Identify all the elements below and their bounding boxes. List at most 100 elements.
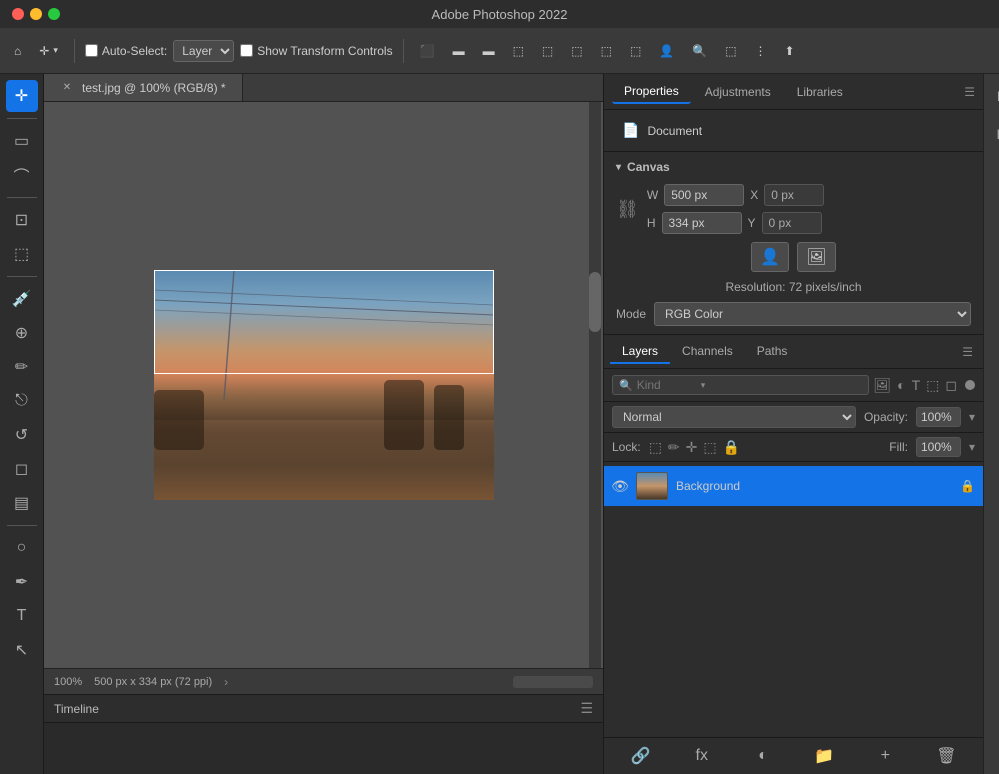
align-left-button[interactable]: ⬛ bbox=[414, 40, 441, 62]
auto-select-checkbox[interactable]: Auto-Select: bbox=[85, 44, 167, 58]
scroll-indicator[interactable] bbox=[513, 676, 593, 688]
lock-move-icon[interactable]: ✛ bbox=[686, 439, 698, 456]
crop-tool[interactable]: ⊡ bbox=[6, 204, 38, 236]
layer-item[interactable]: 👁 Background 🔒 bbox=[604, 466, 983, 506]
filter-toggle-dot[interactable] bbox=[965, 380, 975, 390]
pen-tool[interactable]: ✒ bbox=[6, 566, 38, 598]
tab-close-button[interactable]: ✕ bbox=[60, 81, 74, 95]
toolbar-extra-1[interactable]: ⬚ bbox=[536, 40, 559, 62]
link-icon: 🔗 bbox=[631, 746, 651, 766]
layer-visibility-toggle[interactable]: 👁 bbox=[612, 478, 628, 494]
title-bar: Adobe Photoshop 2022 bbox=[0, 0, 999, 28]
filter-adjustment-icon[interactable]: ◐ bbox=[897, 377, 905, 393]
filter-smart-icon[interactable]: ◻ bbox=[945, 377, 957, 394]
tool-divider-2 bbox=[7, 197, 37, 198]
marquee-tool[interactable]: ▭ bbox=[6, 125, 38, 157]
info-panel-btn[interactable]: i bbox=[988, 158, 999, 186]
align-center-button[interactable]: ▬ bbox=[447, 40, 471, 62]
group-layer-button[interactable]: 📁 bbox=[796, 744, 853, 768]
y-input[interactable] bbox=[762, 212, 822, 234]
align-right-button[interactable]: ▬ bbox=[477, 40, 501, 62]
tab-paths[interactable]: Paths bbox=[745, 340, 800, 364]
properties-panel-btn[interactable]: P bbox=[988, 82, 999, 110]
height-input[interactable] bbox=[662, 212, 742, 234]
timeline-menu-button[interactable]: ☰ bbox=[580, 700, 593, 717]
type-tool[interactable]: T bbox=[6, 600, 38, 632]
move-tool[interactable]: ✛ bbox=[6, 80, 38, 112]
show-transform-input[interactable] bbox=[240, 44, 253, 57]
fill-input[interactable] bbox=[916, 437, 961, 457]
tab-properties[interactable]: Properties bbox=[612, 80, 691, 104]
blend-mode-select[interactable]: Normal bbox=[612, 406, 856, 428]
opacity-arrow[interactable]: ▾ bbox=[969, 410, 975, 424]
new-layer-button[interactable]: + bbox=[857, 744, 914, 768]
dodge-tool[interactable]: ○ bbox=[6, 532, 38, 564]
lock-position-icon[interactable]: ✏ bbox=[668, 439, 680, 456]
opacity-input[interactable] bbox=[916, 407, 961, 427]
brush-tool[interactable]: ✏ bbox=[6, 351, 38, 383]
lock-artboard-icon[interactable]: ⬚ bbox=[703, 439, 716, 456]
layers-menu-button[interactable]: ☰ bbox=[958, 341, 977, 363]
history-panel-btn[interactable]: H bbox=[988, 120, 999, 148]
gradient-tool[interactable]: ▤ bbox=[6, 487, 38, 519]
workspace-button[interactable]: ⬚ bbox=[719, 40, 742, 62]
auto-select-input[interactable] bbox=[85, 44, 98, 57]
delete-layer-button[interactable]: 🗑 bbox=[918, 744, 975, 768]
layer-select[interactable]: Layer bbox=[173, 40, 234, 62]
toolbar-extra-3[interactable]: ⬚ bbox=[595, 40, 618, 62]
document-tab[interactable]: ✕ test.jpg @ 100% (RGB/8) * bbox=[44, 74, 243, 101]
lasso-tool[interactable]: ⌒ bbox=[6, 159, 38, 191]
frame-tool[interactable]: ⬚ bbox=[6, 238, 38, 270]
close-button[interactable] bbox=[12, 8, 24, 20]
zoom-expand-button[interactable]: › bbox=[224, 675, 228, 689]
path-selection-icon: ↖ bbox=[15, 640, 28, 660]
eyedropper-tool[interactable]: 💉 bbox=[6, 283, 38, 315]
path-selection-tool[interactable]: ↖ bbox=[6, 634, 38, 666]
lock-pixels-icon[interactable]: ⬚ bbox=[649, 439, 662, 456]
tab-layers[interactable]: Layers bbox=[610, 340, 670, 364]
fill-arrow[interactable]: ▾ bbox=[969, 440, 975, 454]
user-icon-button[interactable]: 👤 bbox=[653, 40, 680, 62]
filter-pixel-icon[interactable]: 🖼 bbox=[873, 377, 891, 394]
fx-button[interactable]: fx bbox=[673, 744, 730, 768]
scrollbar-thumb[interactable] bbox=[589, 272, 601, 332]
mode-label: Mode bbox=[616, 307, 646, 321]
tab-channels[interactable]: Channels bbox=[670, 340, 745, 364]
eraser-tool[interactable]: ◻ bbox=[6, 453, 38, 485]
healing-tool[interactable]: ⊕ bbox=[6, 317, 38, 349]
lock-all-icon[interactable]: 🔒 bbox=[723, 439, 740, 456]
distribute-button[interactable]: ⬚ bbox=[507, 40, 530, 62]
tab-adjustments[interactable]: Adjustments bbox=[693, 81, 783, 103]
document-button[interactable]: 📄 Document bbox=[616, 118, 971, 143]
properties-menu-button[interactable]: ☰ bbox=[964, 85, 975, 99]
toolbar-extra-4[interactable]: ⬚ bbox=[624, 40, 647, 62]
filter-input[interactable] bbox=[637, 378, 697, 392]
layers-actions: 🔗 fx ◐ 📁 + bbox=[604, 737, 983, 774]
canvas-section-header[interactable]: ▾ Canvas bbox=[616, 160, 971, 174]
tab-libraries[interactable]: Libraries bbox=[785, 81, 855, 103]
portrait-button[interactable]: 👤 bbox=[751, 242, 789, 272]
mode-select[interactable]: RGB Color bbox=[654, 302, 971, 326]
canvas-viewport[interactable] bbox=[44, 102, 603, 668]
vertical-scrollbar[interactable] bbox=[589, 102, 601, 668]
show-transform-controls-checkbox[interactable]: Show Transform Controls bbox=[240, 44, 392, 58]
history-brush-tool[interactable]: ↺ bbox=[6, 419, 38, 451]
landscape-button[interactable]: 🖼 bbox=[797, 242, 835, 272]
filter-shape-icon[interactable]: ⬚ bbox=[926, 377, 939, 394]
home-button[interactable]: ⌂ bbox=[8, 40, 27, 62]
adjustment-layer-button[interactable]: ◐ bbox=[734, 744, 791, 768]
toolbar-extra-2[interactable]: ⬚ bbox=[565, 40, 588, 62]
minimize-button[interactable] bbox=[30, 8, 42, 20]
layers-list[interactable]: 👁 Background 🔒 bbox=[604, 462, 983, 737]
search-button[interactable]: 🔍 bbox=[686, 40, 713, 62]
filter-type-icon[interactable]: T bbox=[912, 377, 921, 393]
filter-kind-arrow[interactable]: ▾ bbox=[701, 380, 706, 391]
maximize-button[interactable] bbox=[48, 8, 60, 20]
move-tool-button[interactable]: ✛ ▾ bbox=[33, 40, 64, 62]
stamp-tool[interactable]: ⎋ bbox=[6, 385, 38, 417]
width-input[interactable] bbox=[664, 184, 744, 206]
share-button[interactable]: ⬆ bbox=[779, 40, 801, 62]
more-options-button[interactable]: ⋮ bbox=[749, 40, 773, 62]
link-layers-button[interactable]: 🔗 bbox=[612, 744, 669, 768]
x-input[interactable] bbox=[764, 184, 824, 206]
